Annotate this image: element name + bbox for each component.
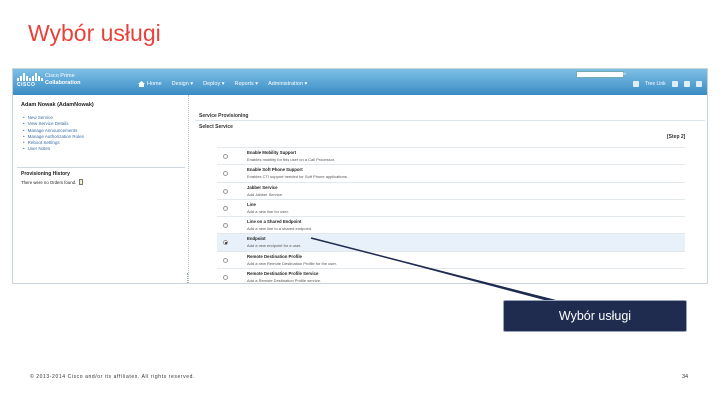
service-option[interactable]: Line on a Shared Endpoint Add a new line… — [217, 216, 685, 233]
provisioning-history-title: Provisioning History — [21, 171, 70, 177]
divider — [195, 120, 705, 121]
info-icon[interactable] — [695, 81, 702, 87]
select-service-label: Select Service — [199, 124, 233, 130]
nav-deploy[interactable]: Deploy ▾ — [203, 81, 224, 87]
document-icon[interactable] — [79, 179, 84, 185]
copyright-footer: © 2013-2014 Cisco and/or its affiliates.… — [30, 374, 195, 380]
product-line-1: Cisco Prime — [45, 73, 75, 79]
service-option[interactable]: Line Add a new line for user. — [217, 198, 685, 216]
option-title: Remote Destination Profile — [247, 253, 302, 259]
radio-button[interactable] — [223, 171, 228, 177]
radio-button-checked[interactable] — [223, 240, 228, 246]
option-title: Line — [247, 201, 256, 207]
option-description: Enables mobility for this user on a Call… — [247, 157, 336, 162]
slide: Wybór usługi CISCO Cisco Prime Collabora… — [0, 0, 720, 405]
option-description: Add Jabber Service. — [247, 191, 284, 197]
nav-reports-label: Reports ▾ — [234, 81, 259, 87]
help-icon[interactable] — [683, 81, 690, 87]
radio-button[interactable] — [223, 188, 228, 194]
radio-button[interactable] — [223, 223, 228, 229]
step-indicator: [Step 2] — [667, 134, 686, 140]
section-title: Service Provisioning — [199, 113, 249, 119]
nav-design[interactable]: Design ▾ — [172, 81, 193, 87]
option-description: Add a new endpoint for a user. — [247, 243, 302, 249]
nav-design-label: Design ▾ — [171, 81, 194, 87]
option-title: Enable Mobility Support — [247, 150, 297, 155]
option-title: Endpoint — [247, 236, 266, 242]
service-option[interactable]: Enable Mobility Support Enables mobility… — [217, 147, 685, 164]
service-options-list: Enable Mobility Support Enables mobility… — [217, 147, 685, 284]
left-panel: Adam Nowak (AdamNowak) New Service View … — [13, 95, 189, 283]
nav-reports[interactable]: Reports ▾ — [235, 81, 259, 87]
nav-administration[interactable]: Administration ▾ — [268, 81, 307, 87]
user-actions-list: New Service View Service Details Manage … — [23, 115, 84, 153]
user-text: ⏷ loc Del — [609, 71, 626, 76]
history-empty-message: There were no Orders found. — [21, 179, 84, 185]
option-description: Enables CTI support needed for Soft Phon… — [247, 174, 348, 180]
slide-title: Wybór usługi — [28, 20, 161, 46]
option-description: Add a new line for user. — [247, 208, 289, 214]
user-name: Adam Nowak (AdamNowak) — [21, 102, 94, 108]
app-screenshot: CISCO Cisco Prime Collaboration Home Des… — [12, 68, 708, 284]
option-title: Enable Soft Phone Support — [247, 167, 303, 173]
radio-button[interactable] — [223, 275, 228, 281]
page-number: 34 — [682, 374, 689, 380]
option-description: Add a new Remote Destination Profile for… — [247, 260, 337, 266]
option-title: Line on a Shared Endpoint — [247, 219, 302, 225]
product-line-2: Collaboration — [45, 80, 81, 86]
radio-button[interactable] — [223, 205, 228, 211]
callout-box: Wybór usługi — [503, 300, 687, 332]
option-title: Jabber Service — [247, 184, 278, 190]
option-description: Add a Remote Destination Profile service… — [247, 278, 322, 284]
nav-home[interactable]: Home — [138, 81, 162, 87]
nav-home-label: Home — [147, 81, 162, 87]
link-manage-announcements[interactable]: Manage Announcements — [23, 128, 84, 134]
main-nav: Home Design ▾ Deploy ▾ Reports ▾ Adminis… — [138, 81, 307, 87]
service-option[interactable]: Remote Destination Profile Service Add a… — [217, 268, 685, 284]
service-option[interactable]: Jabber Service Add Jabber Service. — [217, 181, 685, 199]
divider — [17, 167, 185, 168]
option-title: Remote Destination Profile Service — [247, 271, 319, 277]
link-user-notes[interactable]: User Notes — [23, 146, 84, 152]
tool-label[interactable]: Tree Link — [645, 81, 666, 87]
service-provisioning-panel: Service Provisioning Select Service [Ste… — [193, 95, 707, 284]
header-tools: Tree Link — [633, 81, 702, 87]
option-description: Add a new line to a shared endpoint. — [247, 226, 312, 232]
service-option[interactable]: Enable Soft Phone Support Enables CTI su… — [217, 164, 685, 181]
history-empty-text: There were no Orders found. — [21, 179, 77, 185]
nav-administration-label: Administration ▾ — [268, 81, 308, 87]
app-header: CISCO Cisco Prime Collaboration Home Des… — [13, 69, 707, 95]
radio-button[interactable] — [223, 257, 228, 263]
product-name: Cisco Prime Collaboration — [45, 73, 80, 87]
home-icon — [138, 81, 145, 87]
nav-deploy-label: Deploy ▾ — [203, 81, 225, 87]
settings-icon[interactable] — [671, 81, 678, 87]
panel-resize-handle[interactable] — [187, 273, 189, 283]
radio-button[interactable] — [223, 154, 228, 159]
check-icon[interactable] — [633, 81, 639, 87]
service-option-selected[interactable]: Endpoint Add a new endpoint for a user. — [217, 233, 685, 251]
service-option[interactable]: Remote Destination Profile Add a new Rem… — [217, 250, 685, 268]
